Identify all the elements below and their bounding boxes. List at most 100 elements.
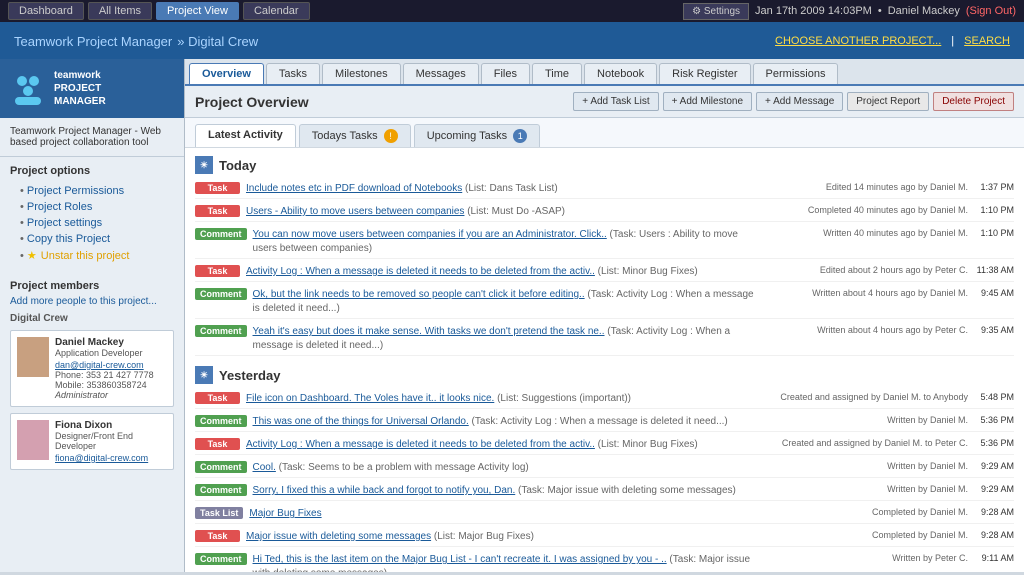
activity-time-1: 5:36 PM <box>974 415 1014 425</box>
header-sep: | <box>951 35 954 47</box>
act-tab-today[interactable]: Todays Tasks ! <box>299 124 411 147</box>
add-tasklist-button[interactable]: + Add Task List <box>573 92 658 111</box>
nav-dashboard[interactable]: Dashboard <box>8 2 84 20</box>
project-members-section: Project members Add more people to this … <box>0 272 184 484</box>
topbar-right: ⚙ Settings Jan 17th 2009 14:03PM • Danie… <box>683 3 1016 20</box>
activity-meta-0: Edited 14 minutes ago by Daniel M. <box>768 182 968 192</box>
activity-tag-4: Comment <box>195 484 247 496</box>
activity-link-0[interactable]: File icon on Dashboard. The Voles have i… <box>246 393 494 404</box>
nav-allitems[interactable]: All Items <box>88 2 152 20</box>
nav-calendar[interactable]: Calendar <box>243 2 310 20</box>
activity-meta-2: Created and assigned by Daniel M. to Pet… <box>768 438 968 448</box>
sidebar-item-unstar[interactable]: ★Unstar this project <box>10 247 174 264</box>
activity-meta-7: Written by Peter C. <box>768 553 968 563</box>
activity-row-0: Task Include notes etc in PDF download of… <box>195 180 1014 199</box>
sidebar-item-settings[interactable]: Project settings <box>10 215 174 231</box>
sidebar-item-permissions[interactable]: Project Permissions <box>10 183 174 199</box>
activity-link-3[interactable]: Cool. <box>253 462 276 473</box>
activity-link-5[interactable]: Major Bug Fixes <box>249 508 321 519</box>
activity-link-2[interactable]: You can now move users between companies… <box>253 229 607 240</box>
activity-text-3: Cool. (Task: Seems to be a problem with … <box>253 461 762 475</box>
member-info-daniel: Daniel Mackey Application Developer dan@… <box>55 337 154 400</box>
tab-notebook[interactable]: Notebook <box>584 63 657 84</box>
add-message-button[interactable]: + Add Message <box>756 92 843 111</box>
member-name-fiona: Fiona Dixon <box>55 420 167 431</box>
act-tab-latest[interactable]: Latest Activity <box>195 124 296 147</box>
activity-link-6[interactable]: Major issue with deleting some messages <box>246 531 431 542</box>
tab-milestones[interactable]: Milestones <box>322 63 401 84</box>
activity-row-6: TaskMajor issue with deleting some messa… <box>195 528 1014 547</box>
today-badge: ! <box>384 129 398 143</box>
activity-tag-0: Task <box>195 182 240 194</box>
activity-sub-0: (List: Suggestions (important)) <box>494 393 631 404</box>
activity-sub-1: (List: Must Do -ASAP) <box>464 206 565 217</box>
activity-text-2: You can now move users between companies… <box>253 228 762 256</box>
today-title: Today <box>219 158 256 173</box>
sidebar-item-copy[interactable]: Copy this Project <box>10 231 174 247</box>
activity-link-1[interactable]: This was one of the things for Universal… <box>253 416 469 427</box>
search-link[interactable]: SEARCH <box>964 35 1010 47</box>
activity-tag-2: Comment <box>195 228 247 240</box>
today-icon: ☀ <box>195 156 213 174</box>
signout-link[interactable]: (Sign Out) <box>966 5 1016 17</box>
tab-files[interactable]: Files <box>481 63 530 84</box>
member-mobile-daniel: Mobile: 353860358724 <box>55 380 154 390</box>
project-report-button[interactable]: Project Report <box>847 92 929 111</box>
activity-link-5[interactable]: Yeah it's easy but does it make sense. W… <box>253 326 605 337</box>
activity-meta-3: Edited about 2 hours ago by Peter C. <box>768 265 968 275</box>
activity-text-7: Hi Ted, this is the last item on the Maj… <box>253 553 762 572</box>
activity-text-2: Activity Log : When a message is deleted… <box>246 438 762 452</box>
add-member-link[interactable]: Add more people to this project... <box>10 296 174 307</box>
add-milestone-button[interactable]: + Add Milestone <box>663 92 752 111</box>
delete-project-button[interactable]: Delete Project <box>933 92 1014 111</box>
act-tab-upcoming[interactable]: Upcoming Tasks 1 <box>414 124 541 147</box>
activity-text-1: Users - Ability to move users between co… <box>246 205 762 219</box>
members-title: Project members <box>10 280 174 292</box>
project-title: Project Overview <box>195 94 309 110</box>
activity-link-4[interactable]: Sorry, I fixed this a while back and for… <box>253 485 516 496</box>
app-title-text: Teamwork Project Manager <box>14 34 172 49</box>
activity-link-1[interactable]: Users - Ability to move users between co… <box>246 206 464 217</box>
activity-link-3[interactable]: Activity Log : When a message is deleted… <box>246 266 595 277</box>
activity-row-1: CommentThis was one of the things for Un… <box>195 413 1014 432</box>
sidebar-item-roles[interactable]: Project Roles <box>10 199 174 215</box>
activity-link-0[interactable]: Include notes etc in PDF download of Not… <box>246 183 462 194</box>
member-email-fiona[interactable]: fiona@digital-crew.com <box>55 453 167 463</box>
activity-text-5: Major Bug Fixes <box>249 507 762 521</box>
main-layout: teamwork PROJECT MANAGER Teamwork Projec… <box>0 59 1024 572</box>
nav-projectview[interactable]: Project View <box>156 2 239 20</box>
tab-overview[interactable]: Overview <box>189 63 264 84</box>
member-email-daniel[interactable]: dan@digital-crew.com <box>55 360 154 370</box>
tab-time[interactable]: Time <box>532 63 582 84</box>
activity-text-5: Yeah it's easy but does it make sense. W… <box>253 325 762 353</box>
activity-tag-2: Task <box>195 438 240 450</box>
yesterday-header: ☀ Yesterday <box>195 366 1014 384</box>
activity-link-2[interactable]: Activity Log : When a message is deleted… <box>246 439 595 450</box>
activity-text-0: File icon on Dashboard. The Voles have i… <box>246 392 762 406</box>
activity-tag-0: Task <box>195 392 240 404</box>
member-avatar-fiona <box>17 420 49 460</box>
activity-tag-1: Task <box>195 205 240 217</box>
activity-text-4: Sorry, I fixed this a while back and for… <box>253 484 762 498</box>
tab-risk-register[interactable]: Risk Register <box>659 63 750 84</box>
header-actions: CHOOSE ANOTHER PROJECT... | SEARCH <box>775 35 1010 47</box>
today-section: ☀ Today Task Include notes etc in PDF dow… <box>195 156 1014 356</box>
topbar: Dashboard All Items Project View Calenda… <box>0 0 1024 22</box>
settings-button[interactable]: ⚙ Settings <box>683 3 749 20</box>
activity-time-4: 9:45 AM <box>974 288 1014 298</box>
activity-link-7[interactable]: Hi Ted, this is the last item on the Maj… <box>253 554 667 565</box>
tab-tasks[interactable]: Tasks <box>266 63 320 84</box>
activity-row-2: Task Activity Log : When a message is del… <box>195 436 1014 455</box>
activity-meta-0: Created and assigned by Daniel M. to Any… <box>768 392 968 402</box>
activity-link-4[interactable]: Ok, but the link needs to be removed so … <box>253 289 585 300</box>
tab-messages[interactable]: Messages <box>403 63 479 84</box>
activity-text-6: Major issue with deleting some messages … <box>246 530 762 544</box>
activity-tag-3: Task <box>195 265 240 277</box>
act-tab-today-label: Todays Tasks <box>312 130 378 142</box>
sidebar-description: Teamwork Project Manager - Web based pro… <box>0 118 184 157</box>
project-subtitle: » Digital Crew <box>177 34 258 49</box>
choose-project-link[interactable]: CHOOSE ANOTHER PROJECT... <box>775 35 941 47</box>
tab-permissions[interactable]: Permissions <box>753 63 839 84</box>
project-area: Project Overview + Add Task List + Add M… <box>185 86 1024 572</box>
today-header: ☀ Today <box>195 156 1014 174</box>
